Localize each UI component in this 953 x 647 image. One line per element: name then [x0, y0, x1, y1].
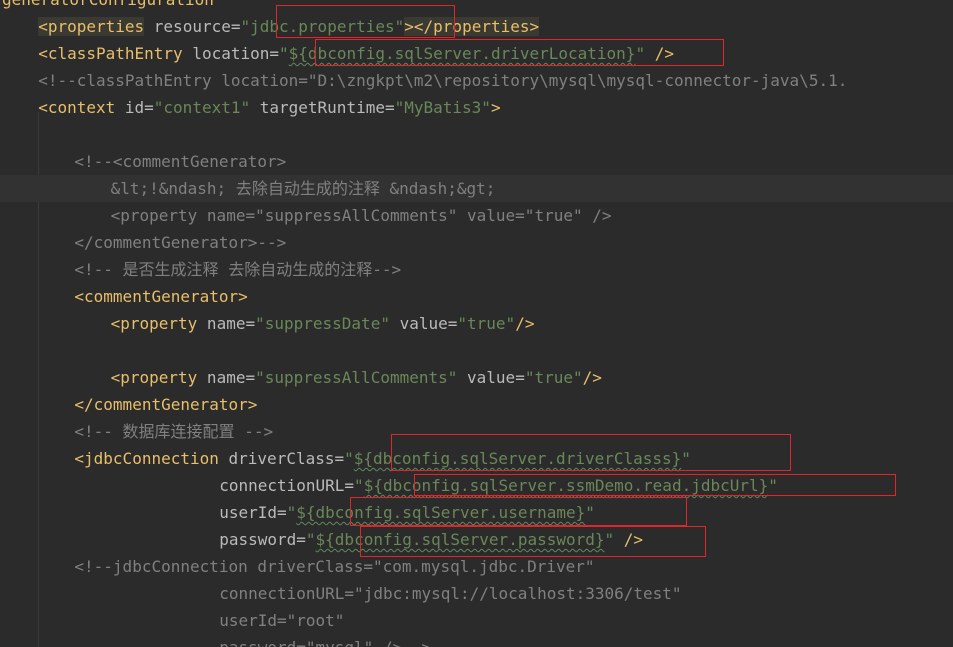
- code-line[interactable]: <!--<commentGenerator>: [0, 148, 953, 175]
- code-line[interactable]: <properties resource="jdbc.properties"><…: [0, 13, 953, 40]
- code-token: name=: [197, 368, 256, 387]
- code-token: ${dbconfig.sqlServer.username}: [296, 503, 586, 522]
- code-token: "context1": [153, 98, 251, 117]
- code-editor[interactable]: generatorConfiguration <properties resour…: [0, 0, 953, 647]
- code-token: <!--<commentGenerator>: [74, 152, 287, 171]
- code-token: value=: [389, 314, 458, 333]
- code-token: <classPathEntry: [38, 44, 183, 63]
- code-token: ": [394, 17, 405, 36]
- code-token: <property name="suppressAllComments" val…: [110, 206, 612, 225]
- code-token: id=: [115, 98, 154, 117]
- code-line[interactable]: connectionURL="${dbconfig.sqlServer.ssmD…: [0, 472, 953, 499]
- code-line[interactable]: <classPathEntry location="${dbconfig.sql…: [0, 40, 953, 67]
- code-token: targetRuntime=: [250, 98, 395, 117]
- code-token: >: [490, 98, 501, 117]
- code-token: resource=: [144, 17, 241, 36]
- code-line[interactable]: </commentGenerator>-->: [0, 229, 953, 256]
- code-token: <property: [110, 314, 198, 333]
- code-token: "MyBatis3": [394, 98, 491, 117]
- code-token: ": [354, 476, 364, 495]
- code-token: userId="root": [219, 611, 345, 630]
- code-line[interactable]: &lt;!&ndash; 去除自动生成的注释 &ndash;&gt;: [0, 175, 953, 202]
- code-token: ": [585, 503, 595, 522]
- code-token: <!--jdbcConnection driverClass="com.mysq…: [74, 557, 595, 576]
- code-token: />: [645, 44, 674, 63]
- code-token: ${dbconfig.sqlServer.driverClasss}: [353, 449, 682, 468]
- code-line[interactable]: <!--jdbcConnection driverClass="com.mysq…: [0, 553, 953, 580]
- code-line[interactable]: [0, 121, 953, 148]
- code-line[interactable]: userId="root": [0, 607, 953, 634]
- code-line[interactable]: <!-- 数据库连接配置 -->: [0, 418, 953, 445]
- code-line[interactable]: <property name="suppressAllComments" val…: [0, 202, 953, 229]
- code-token: <!-- 是否生成注释 去除自动生成的注释-->: [74, 260, 402, 279]
- code-line[interactable]: generatorConfiguration: [0, 0, 953, 13]
- code-token: driverClass=: [218, 449, 345, 468]
- code-token: ": [305, 530, 316, 549]
- code-line[interactable]: [0, 337, 953, 364]
- code-token: />: [582, 368, 602, 387]
- code-line[interactable]: <commentGenerator>: [0, 283, 953, 310]
- code-token: "true": [457, 314, 516, 333]
- code-token: ": [768, 476, 778, 495]
- code-token: ": [344, 449, 354, 468]
- code-token: </commentGenerator>: [74, 395, 258, 414]
- code-token: name=: [197, 314, 256, 333]
- code-token: password=: [219, 530, 306, 549]
- code-token: />: [515, 314, 535, 333]
- code-token: <!-- 数据库连接配置 -->: [74, 422, 274, 441]
- code-token: ></properties>: [404, 17, 540, 36]
- code-token: ": [240, 17, 251, 36]
- code-token: connectionURL=: [219, 476, 355, 495]
- code-token: "suppressAllComments": [255, 368, 458, 387]
- code-line[interactable]: password="${dbconfig.sqlServer.password}…: [0, 526, 953, 553]
- code-token: connectionURL="jdbc:mysql://localhost:33…: [219, 584, 682, 603]
- code-token: ": [279, 44, 289, 63]
- code-token: "suppressDate": [255, 314, 390, 333]
- code-token: ${dbconfig.sqlServer.driverLocation}: [288, 44, 636, 63]
- code-token: ": [681, 449, 691, 468]
- code-token: generatorConfiguration: [2, 0, 214, 9]
- code-token: <commentGenerator>: [74, 287, 248, 306]
- code-line[interactable]: password="mysql" />-->: [0, 634, 953, 647]
- code-line[interactable]: <!--classPathEntry location="D:\zngkpt\m…: [0, 67, 953, 94]
- code-token: password="mysql" />-->: [219, 638, 431, 647]
- code-token: ${dbconfig.sqlServer.ssmDemo.read.jdbcUr…: [363, 476, 769, 495]
- code-token: <properties: [38, 17, 145, 36]
- code-token: ": [635, 44, 646, 63]
- code-token: </commentGenerator>-->: [74, 233, 287, 252]
- code-line[interactable]: connectionURL="jdbc:mysql://localhost:33…: [0, 580, 953, 607]
- code-token: <context: [38, 98, 116, 117]
- code-token: ": [286, 503, 297, 522]
- code-line[interactable]: <!-- 是否生成注释 去除自动生成的注释-->: [0, 256, 953, 283]
- code-token: ": [604, 530, 615, 549]
- code-line[interactable]: <jdbcConnection driverClass="${dbconfig.…: [0, 445, 953, 472]
- code-line[interactable]: </commentGenerator>: [0, 391, 953, 418]
- code-token: userId=: [219, 503, 287, 522]
- code-token: ${dbconfig.sqlServer.password}: [315, 530, 605, 549]
- code-token: "true": [524, 368, 583, 387]
- code-token: />: [614, 530, 644, 549]
- code-line[interactable]: userId="${dbconfig.sqlServer.username}": [0, 499, 953, 526]
- code-token: jdbc.properties: [250, 17, 395, 36]
- code-line[interactable]: <context id="context1" targetRuntime="My…: [0, 94, 953, 121]
- code-line[interactable]: <property name="suppressAllComments" val…: [0, 364, 953, 391]
- code-line[interactable]: <property name="suppressDate" value="tru…: [0, 310, 953, 337]
- code-token: <property: [110, 368, 198, 387]
- code-token: location=: [182, 44, 280, 63]
- code-token: value=: [457, 368, 525, 387]
- code-token: &lt;!&ndash; 去除自动生成的注释 &ndash;&gt;: [110, 179, 496, 198]
- code-token: <!--classPathEntry location="D:\zngkpt\m…: [38, 71, 848, 90]
- code-token: <jdbcConnection: [74, 449, 219, 468]
